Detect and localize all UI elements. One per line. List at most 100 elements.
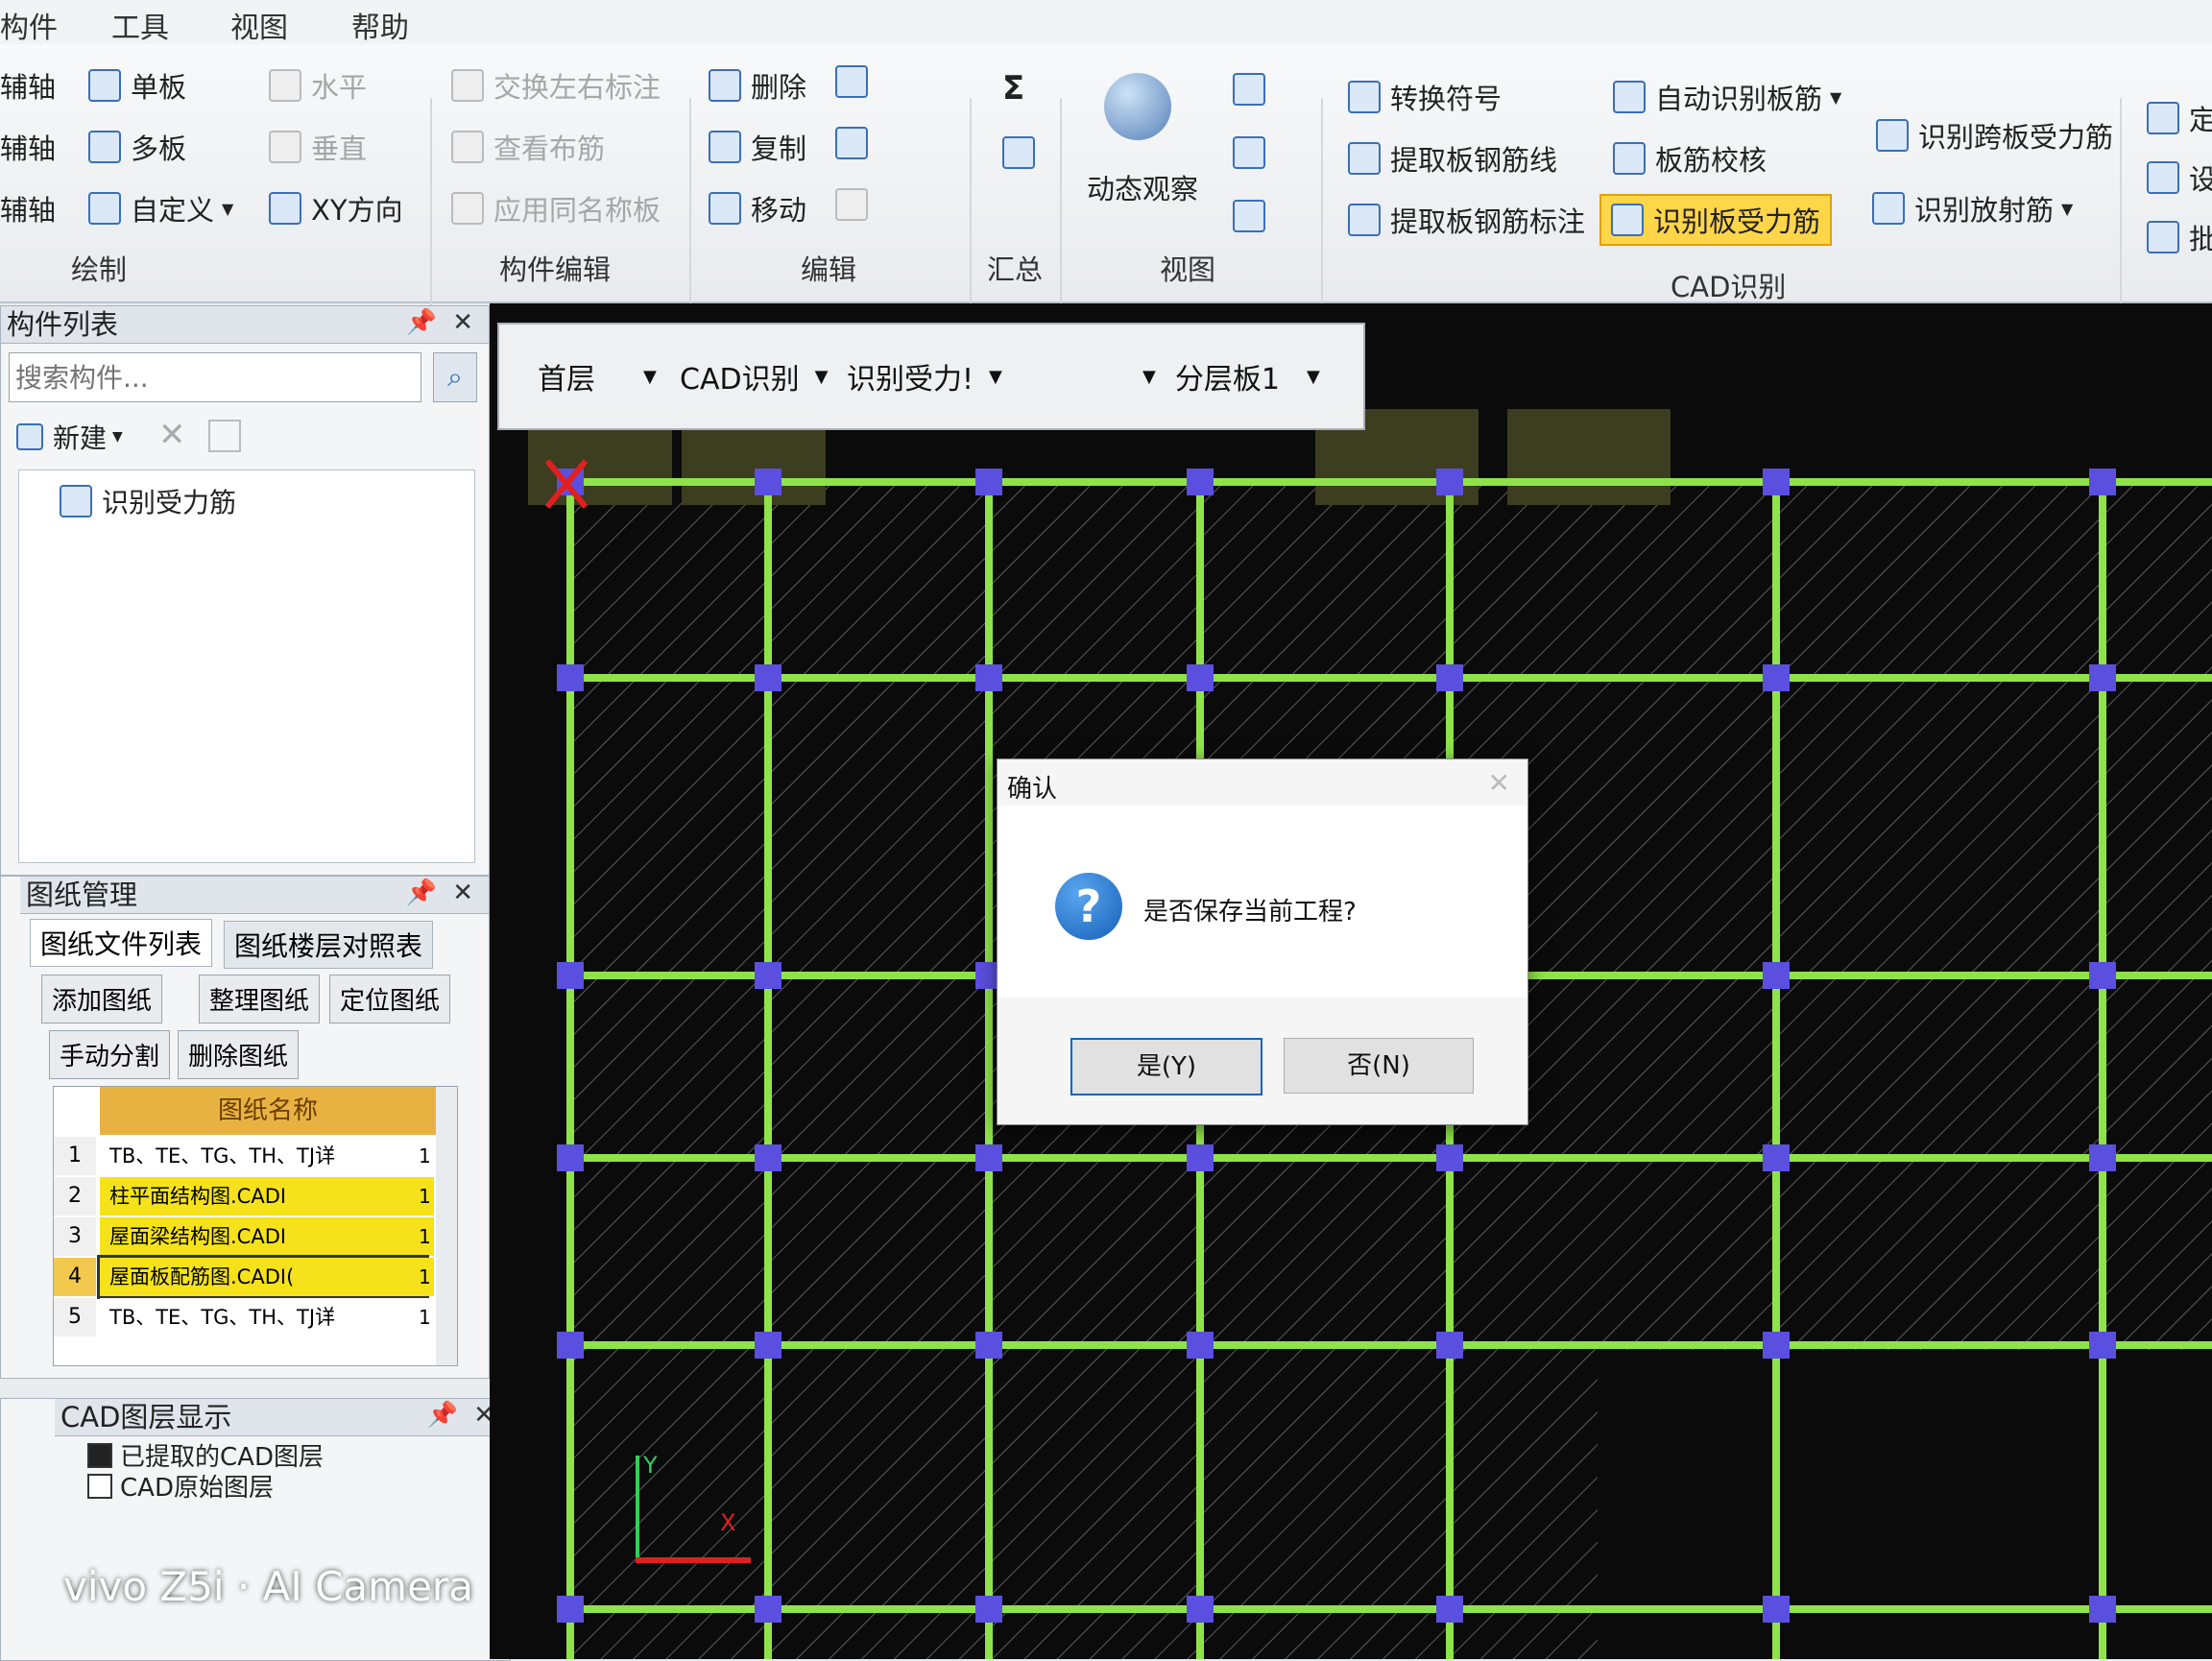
sum-button[interactable]: Σ [1002,69,1024,108]
identify-cross-slab-rebar-button[interactable]: 识别跨板受力筋 [1876,115,2113,156]
no-button[interactable]: 否(N) [1284,1038,1474,1094]
grid-node[interactable] [2089,1332,2116,1359]
close-icon[interactable]: ✕ [452,879,473,907]
grid-node[interactable] [975,1596,1002,1623]
grid-node[interactable] [975,1144,1002,1171]
grid-node[interactable] [557,1596,584,1623]
add-drawing-button[interactable]: 添加图纸 [41,975,163,1023]
trim-button[interactable] [835,188,878,221]
mode-select[interactable]: CAD识别 ▼ [680,355,828,397]
vertical-button[interactable]: 垂直 [269,127,367,167]
organize-drawing-button[interactable]: 整理图纸 [199,975,321,1023]
pin-icon[interactable]: 📌 [406,879,437,907]
grid-node[interactable] [557,962,584,989]
grid-node[interactable] [2089,664,2116,691]
grid-node[interactable] [1763,469,1790,495]
copy-icon[interactable] [208,420,241,452]
floor-select[interactable]: 首层 ▼ [538,355,657,397]
new-button[interactable]: 新建 ▼ [16,418,123,456]
pin-icon[interactable]: 📌 [427,1401,458,1430]
aux-axis-button-3[interactable]: 辅轴 [0,188,56,229]
aux-axis-button-2[interactable]: 辅轴 [0,127,56,167]
grid-node[interactable] [755,1332,781,1359]
grid-node[interactable] [1187,1332,1214,1359]
orbit-icon[interactable] [1104,73,1171,140]
move-button[interactable]: 移动 [709,188,806,229]
identify-slab-stress-rebar-button[interactable]: 识别板受力筋 [1599,194,1833,246]
locate-drawing-button[interactable]: 定位图纸 [329,975,451,1023]
grid-node[interactable] [557,1332,584,1359]
close-icon[interactable]: ✕ [452,308,473,337]
extract-rebar-annotation-button[interactable]: 提取板钢筋标注 [1348,200,1585,240]
menu-component[interactable]: 构件 [0,4,58,46]
grid-node[interactable] [755,469,781,495]
grid-node[interactable] [1763,664,1790,691]
checkbox-checked[interactable] [87,1442,112,1468]
grid-node[interactable] [2089,469,2116,495]
grid-node[interactable] [755,1144,781,1171]
rotate-button[interactable] [1233,200,1275,232]
grid-node[interactable] [1187,1144,1214,1171]
extract-rebar-line-button[interactable]: 提取板钢筋线 [1348,138,1557,179]
table-row[interactable]: 3 屋面梁结构图.CADI 1 [54,1217,436,1256]
grid-node[interactable] [755,664,781,691]
grid-node[interactable] [1187,664,1214,691]
search-icon[interactable]: ⌕ [433,352,477,402]
3d-box-button[interactable] [1233,73,1275,106]
menu-view[interactable]: 视图 [230,4,288,46]
pen-button[interactable] [1002,136,1045,169]
grid-node[interactable] [557,664,584,691]
custom-button[interactable]: 自定义 ▼ [88,188,233,229]
grid-node[interactable] [2089,1144,2116,1171]
multi-slab-button[interactable]: 多板 [88,127,186,167]
delete-button[interactable]: 删除 [709,65,806,106]
menu-tools[interactable]: 工具 [111,4,169,46]
grid-node[interactable] [1763,962,1790,989]
tab-drawing-files[interactable]: 图纸文件列表 [30,919,213,967]
grid-node[interactable] [1187,469,1214,495]
extra-button-3[interactable]: 批 [2147,217,2212,257]
rebar-check-button[interactable]: 板筋校核 [1613,138,1767,179]
dynamic-orbit-button[interactable]: 动态观察 [1087,167,1198,207]
grid-node[interactable] [1763,1332,1790,1359]
grid-node[interactable] [975,469,1002,495]
grid-node[interactable] [975,664,1002,691]
table-row[interactable]: 4 屋面板配筋图.CADI(1 [54,1255,436,1299]
grid-node[interactable] [1436,1596,1463,1623]
grid-node[interactable] [1436,664,1463,691]
grid-node[interactable] [1187,1596,1214,1623]
grid-node[interactable] [2089,962,2116,989]
auto-identify-slab-rebar-button[interactable]: 自动识别板筋 ▼ [1613,77,1841,117]
mirror-button[interactable] [835,65,878,98]
yes-button[interactable]: 是(Y) [1070,1038,1262,1095]
vertical-scrollbar[interactable] [436,1087,457,1365]
table-row[interactable]: 2 柱平面结构图.CADI 1 [54,1177,436,1216]
tab-floor-mapping[interactable]: 图纸楼层对照表 [224,921,434,969]
layer-select[interactable]: ▼ 分层板1 ▼ [1142,355,1320,397]
grid-node[interactable] [1763,1144,1790,1171]
grid-node[interactable] [2089,1596,2116,1623]
swap-annotation-button[interactable]: 交换左右标注 [451,65,661,106]
convert-symbol-button[interactable]: 转换符号 [1348,77,1502,117]
extra-button-2[interactable]: 设 [2147,157,2212,198]
tree-item-stress-rebar[interactable]: 识别受力筋 [60,482,236,520]
single-slab-button[interactable]: 单板 [88,65,186,106]
grid-node[interactable] [557,1144,584,1171]
grid-node[interactable] [755,962,781,989]
delete-icon[interactable]: ✕ [158,416,186,454]
grid-node[interactable] [1436,1144,1463,1171]
grid-node[interactable] [1763,1596,1790,1623]
layer-original[interactable]: CAD原始图层 [87,1468,274,1504]
grid-node[interactable] [1436,469,1463,495]
table-row[interactable]: 1 TB、TE、TG、TH、TJ详 1 [54,1137,436,1175]
view-rebar-button[interactable]: 查看布筋 [451,127,605,167]
checkbox-unchecked[interactable] [87,1473,112,1499]
aux-axis-button[interactable]: 辅轴 [0,65,56,106]
pin-icon[interactable]: 📌 [406,308,437,337]
table-row[interactable]: 5 TB、TE、TG、TH、TJ详 1 [54,1298,436,1336]
layer-button[interactable] [1233,136,1275,169]
copy-button[interactable]: 复制 [709,127,806,167]
menu-help[interactable]: 帮助 [351,4,409,46]
type-select[interactable]: 识别受力! ▼ [847,355,1002,397]
extend-button[interactable] [835,127,878,159]
